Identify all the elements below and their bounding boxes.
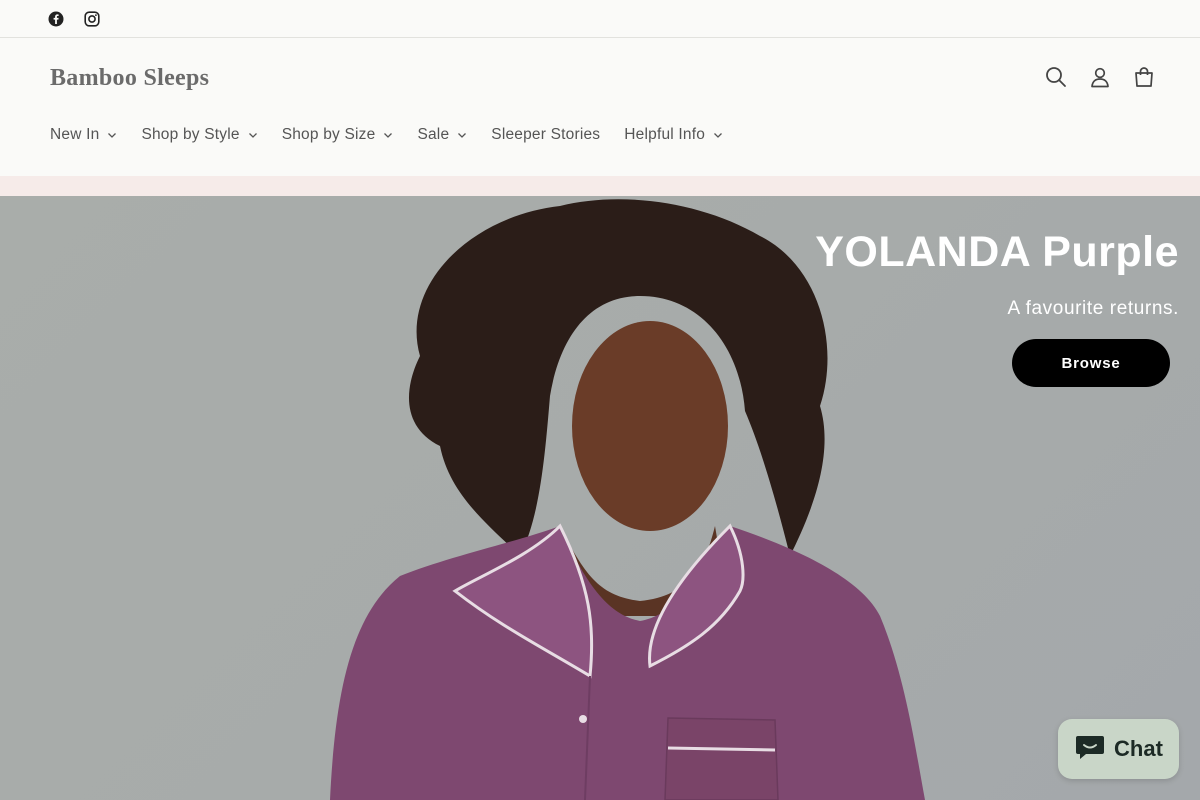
nav-item-shop-by-style[interactable]: Shop by Style	[129, 123, 269, 147]
browse-button[interactable]: Browse	[1012, 339, 1170, 387]
header-actions	[1044, 65, 1156, 89]
site-logo[interactable]: Bamboo Sleeps	[50, 65, 209, 92]
nav-item-sale[interactable]: Sale	[405, 123, 479, 147]
cart-icon[interactable]	[1132, 65, 1156, 89]
chat-label: Chat	[1114, 736, 1163, 761]
chat-button[interactable]: Chat	[1058, 719, 1179, 779]
instagram-icon[interactable]	[83, 10, 101, 28]
account-icon[interactable]	[1088, 65, 1112, 89]
chevron-down-icon	[107, 130, 117, 140]
nav-item-new-in[interactable]: New In	[38, 123, 129, 147]
search-icon[interactable]	[1044, 65, 1068, 89]
nav-item-label: Helpful Info	[624, 126, 706, 143]
chevron-down-icon	[248, 130, 258, 140]
nav-item-label: New In	[50, 126, 100, 143]
nav-item-sleeper-stories[interactable]: Sleeper Stories	[479, 123, 612, 147]
main-nav: New In Shop by Style Shop by Size Sale S…	[38, 123, 735, 147]
facebook-icon[interactable]	[47, 10, 65, 28]
hero-model-image	[330, 199, 925, 800]
hero-banner: YOLANDA Purple A favourite returns. Brow…	[0, 196, 1200, 800]
chevron-down-icon	[383, 130, 393, 140]
chevron-down-icon	[457, 130, 467, 140]
hero-subtitle: A favourite returns.	[1007, 298, 1179, 319]
nav-item-shop-by-size[interactable]: Shop by Size	[270, 123, 406, 147]
nav-item-label: Sale	[417, 126, 450, 143]
chevron-down-icon	[713, 130, 723, 140]
nav-item-label: Shop by Style	[141, 126, 240, 143]
site-header: Bamboo Sleeps New In Shop by Style Shop …	[0, 39, 1200, 176]
announcement-strip	[0, 176, 1200, 196]
chat-bubble-icon	[1074, 732, 1106, 767]
hero-title: YOLANDA Purple	[815, 228, 1179, 276]
social-bar	[0, 0, 1200, 38]
nav-item-helpful-info[interactable]: Helpful Info	[612, 123, 735, 147]
nav-item-label: Sleeper Stories	[491, 126, 601, 143]
nav-item-label: Shop by Size	[281, 126, 376, 143]
